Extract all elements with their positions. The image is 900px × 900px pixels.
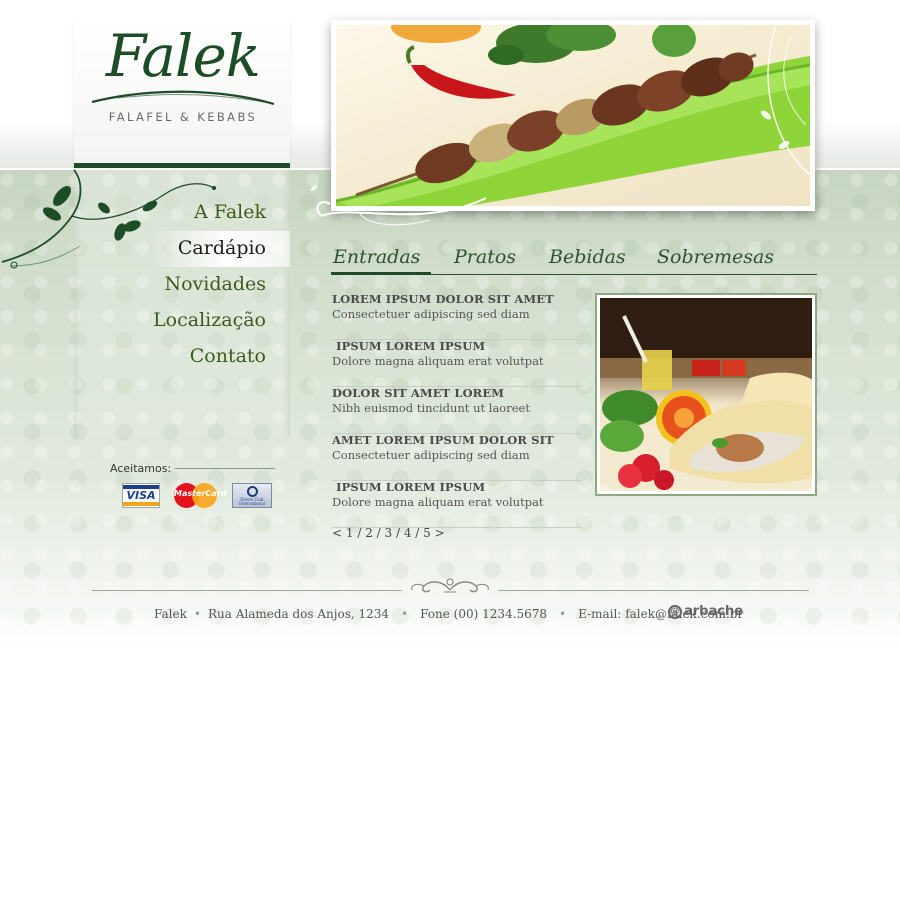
- footer-phone: Fone (00) 1234.5678: [420, 607, 548, 621]
- list-item[interactable]: IPSUM LOREM IPSUM Dolore magna aliquam e…: [332, 339, 582, 387]
- menu-item-description: Dolore magna aliquam erat volutpat: [332, 354, 544, 368]
- menu-item-description: Nibh euismod tincidunt ut laoreet: [332, 401, 530, 415]
- arbache-logo-icon: @: [668, 604, 682, 619]
- mastercard-card-icon: MasterCard: [174, 483, 227, 508]
- payments-label: Aceitamos:: [110, 462, 172, 475]
- tab-bebidas[interactable]: Bebidas: [549, 246, 626, 268]
- footer-company-name: Falek: [154, 607, 187, 621]
- menu-item-description: Consectetuer adipiscing sed diam: [332, 448, 530, 462]
- tab-active-indicator: [331, 272, 431, 275]
- pager-separator: /: [353, 526, 366, 540]
- list-item[interactable]: DOLOR SIT AMET LOREM Nibh euismod tincid…: [332, 386, 582, 434]
- menu-item-title: DOLOR SIT AMET LOREM: [332, 386, 505, 400]
- mastercard-card-text: MasterCard: [174, 489, 227, 498]
- tab-sobremesas[interactable]: Sobremesas: [657, 246, 774, 268]
- footer-address: Rua Alameda dos Anjos, 1234: [207, 607, 390, 621]
- pager-separator: /: [392, 526, 404, 540]
- footer-separator: •: [401, 607, 409, 621]
- nav-item-contato[interactable]: Contato: [190, 345, 266, 367]
- logo-swoosh-icon: [91, 90, 275, 106]
- diners-card-text: Diners Club International: [239, 497, 265, 506]
- pagination: < 1 / 2 / 3 / 4 / 5 >: [332, 526, 445, 540]
- menu-item-description: Dolore magna aliquam erat volutpat: [332, 495, 544, 509]
- visa-card-text: VISA: [126, 489, 156, 502]
- tab-pratos[interactable]: Pratos: [454, 246, 516, 268]
- logo-wordmark[interactable]: Falek: [88, 22, 278, 90]
- list-item[interactable]: LOREM IPSUM DOLOR SIT AMET Consectetuer …: [332, 292, 582, 340]
- menu-item-title: IPSUM LOREM IPSUM: [332, 480, 486, 494]
- menu-item-title: AMET LOREM IPSUM DOLOR SIT: [332, 433, 554, 447]
- footer-separator: •: [656, 610, 664, 624]
- nav-item-localizacao[interactable]: Localização: [153, 309, 266, 331]
- footer-rule-left: [92, 590, 402, 591]
- menu-item-title: IPSUM LOREM IPSUM: [332, 339, 486, 353]
- tab-entradas[interactable]: Entradas: [333, 246, 420, 268]
- side-wrap-photo: [600, 298, 812, 491]
- diners-card-icon: Diners Club International: [232, 483, 272, 508]
- list-item[interactable]: AMET LOREM IPSUM DOLOR SIT Consectetuer …: [332, 433, 582, 481]
- pager-page-3[interactable]: 3: [385, 526, 393, 540]
- nav-item-cardapio[interactable]: Cardápio: [178, 237, 266, 259]
- logo-tagline: FALAFEL & KEBABS: [108, 110, 258, 124]
- menu-item-description: Consectetuer adipiscing sed diam: [332, 307, 530, 321]
- footer-rule-right: [498, 590, 809, 591]
- arbache-credit-link[interactable]: @ arbache: [668, 604, 743, 619]
- pager-separator: /: [411, 526, 424, 540]
- arbache-credit-text: arbache: [684, 604, 744, 619]
- nav-item-novidades[interactable]: Novidades: [164, 273, 266, 295]
- hero-swirl-ornament-icon: [310, 185, 487, 226]
- pager-prev-link[interactable]: <: [332, 526, 342, 540]
- visa-card-icon: VISA: [122, 483, 160, 508]
- footer-separator: •: [193, 607, 201, 621]
- pager-page-1[interactable]: 1: [346, 526, 354, 540]
- pager-next-link[interactable]: >: [435, 526, 445, 540]
- list-item[interactable]: IPSUM LOREM IPSUM Dolore magna aliquam e…: [332, 480, 582, 528]
- menu-item-title: LOREM IPSUM DOLOR SIT AMET: [332, 292, 554, 306]
- pager-separator: /: [372, 526, 385, 540]
- footer-ornament-icon: [411, 578, 489, 593]
- payments-divider: [175, 468, 275, 469]
- footer-contact: Falek • Rua Alameda dos Anjos, 1234 • Fone (…: [154, 607, 743, 621]
- pager-page-5[interactable]: 5: [423, 526, 431, 540]
- nav-item-a-falek[interactable]: A Falek: [194, 201, 266, 223]
- footer-separator: •: [559, 607, 567, 621]
- pager-page-2[interactable]: 2: [365, 526, 373, 540]
